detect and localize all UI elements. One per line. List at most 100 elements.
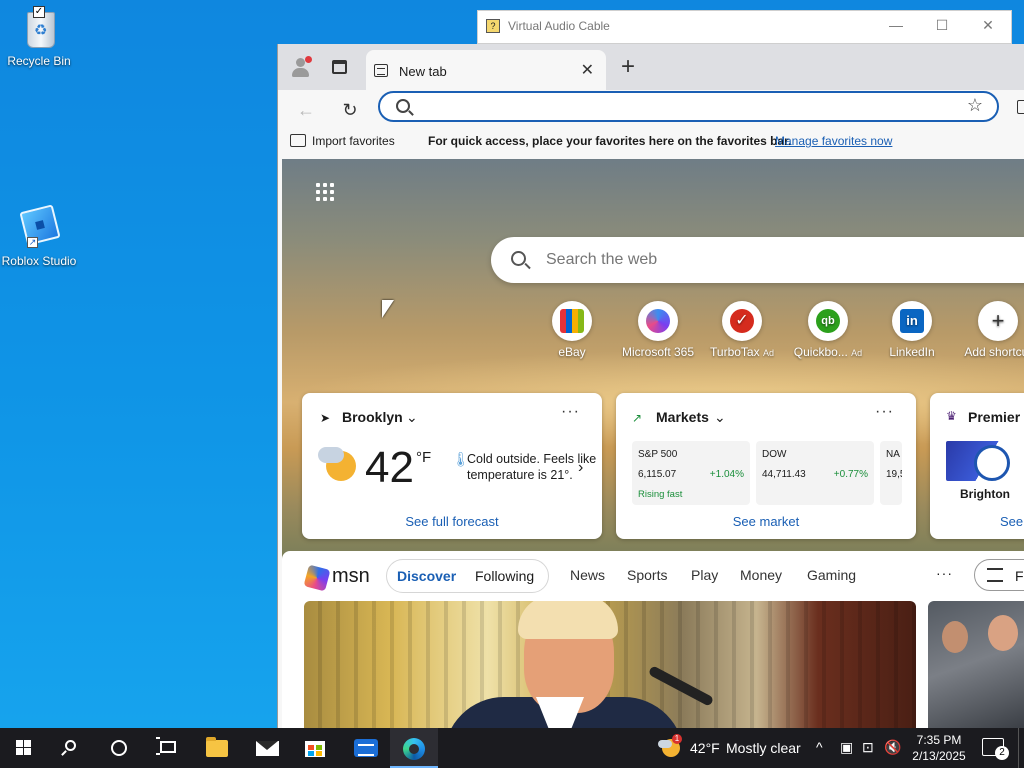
ad-badge: Ad <box>762 348 774 358</box>
show-desktop-button[interactable] <box>1018 728 1024 768</box>
search-icon <box>65 740 76 751</box>
ticker-nasdaq[interactable]: NA 19,5 <box>880 441 902 505</box>
more-options-icon[interactable]: ··· <box>875 403 894 421</box>
network-icon[interactable]: ⊡ <box>862 739 874 756</box>
ticker-note: Rising fast <box>638 489 683 500</box>
store-button[interactable] <box>292 728 340 768</box>
weather-card[interactable]: ➤ Brooklyn ⌄ ··· 42 °F 🌡 Cold outside. F… <box>302 393 602 539</box>
ticker-sp500[interactable]: S&P 500 6,115.07 +1.04% Rising fast <box>632 441 750 505</box>
address-input[interactable] <box>420 97 940 117</box>
ticker-change: +0.77% <box>833 469 868 480</box>
cortana-button[interactable] <box>96 728 144 768</box>
roblox-studio-desktop-icon[interactable]: ↗ Roblox Studio <box>0 204 78 268</box>
recycle-bin-label: Recycle Bin <box>7 54 71 68</box>
import-favorites-button[interactable]: Import favorites <box>312 134 395 148</box>
see-market-link[interactable]: See market <box>616 514 916 529</box>
nav-gaming[interactable]: Gaming <box>807 567 856 583</box>
premier-league-icon: ♛ <box>946 409 957 423</box>
device-icon[interactable]: ▣ <box>840 739 853 756</box>
volume-muted-icon[interactable]: 🔇 <box>884 739 901 756</box>
msn-feed: msn Discover Following News Sports Play … <box>282 551 1024 734</box>
nav-sports[interactable]: Sports <box>627 567 667 583</box>
league-title[interactable]: Premier L <box>968 409 1024 425</box>
close-button[interactable]: ✕ <box>978 16 998 36</box>
tab-discover[interactable]: Discover <box>397 568 456 584</box>
premier-league-card[interactable]: ♛ Premier L Brighton See <box>930 393 1024 539</box>
manage-favorites-link[interactable]: Manage favorites now <box>775 134 892 148</box>
ebay-icon <box>552 301 592 341</box>
weather-unit: °F <box>416 449 432 466</box>
shortcut-linkedin[interactable]: in LinkedIn <box>862 301 962 359</box>
mouse-pointer <box>382 300 394 318</box>
browser-toolbar: ← ↻ ☆ <box>278 90 1024 130</box>
profile-icon[interactable] <box>290 56 312 78</box>
tab-following[interactable]: Following <box>475 568 534 584</box>
file-explorer-button[interactable] <box>194 728 242 768</box>
app-launcher-icon[interactable] <box>316 183 336 203</box>
roblox-studio-icon: ↗ <box>17 204 61 250</box>
tray-weather-condition[interactable]: Mostly clear <box>726 740 801 756</box>
mail-button[interactable] <box>244 728 292 768</box>
news-card-image-2[interactable] <box>928 601 1024 734</box>
markets-title[interactable]: Markets <box>656 409 709 425</box>
microsoft-365-icon <box>638 301 678 341</box>
add-shortcut-button[interactable]: + Add shortcut <box>948 301 1024 359</box>
tab-actions-icon[interactable] <box>332 60 347 74</box>
tab-new-tab[interactable]: New tab ✕ <box>366 50 606 90</box>
favorite-star-icon[interactable]: ☆ <box>967 95 983 116</box>
nav-play[interactable]: Play <box>691 567 718 583</box>
weather-badge: 1 <box>672 734 682 744</box>
nav-money[interactable]: Money <box>740 567 782 583</box>
clock-date: 2/13/2025 <box>912 749 966 763</box>
new-tab-button[interactable]: + <box>616 53 640 81</box>
folder-icon <box>206 737 228 757</box>
maximize-button[interactable]: ☐ <box>932 16 952 36</box>
virtual-audio-cable-taskbar-button[interactable] <box>342 728 390 768</box>
shortcut-ebay[interactable]: eBay <box>522 301 622 359</box>
action-center-icon[interactable]: 2 <box>982 738 1009 760</box>
news-card-image[interactable] <box>304 601 916 734</box>
chevron-right-icon[interactable]: › <box>578 459 583 477</box>
chevron-down-icon[interactable]: ⌄ <box>406 409 418 426</box>
task-view-button[interactable] <box>144 728 192 768</box>
more-options-icon[interactable]: ··· <box>561 403 580 421</box>
msn-brand: msn <box>332 565 370 587</box>
split-screen-icon[interactable] <box>1017 100 1024 114</box>
shortcut-label: Quickbo... <box>793 345 848 359</box>
start-button[interactable] <box>0 728 48 768</box>
see-sports-link[interactable]: See <box>1000 514 1024 529</box>
trending-up-icon: ↗ <box>632 411 643 425</box>
ticker-dow[interactable]: DOW 44,711.43 +0.77% <box>756 441 874 505</box>
back-button[interactable]: ← <box>292 96 320 124</box>
chevron-down-icon[interactable]: ⌄ <box>714 409 726 426</box>
system-clock[interactable]: 7:35 PM 2/13/2025 <box>904 732 974 764</box>
markets-card[interactable]: ↗ Markets ⌄ ··· S&P 500 6,115.07 +1.04% … <box>616 393 916 539</box>
minimize-button[interactable]: — <box>886 16 906 36</box>
nav-news[interactable]: News <box>570 567 605 583</box>
search-icon <box>511 251 526 266</box>
new-tab-page: Search the web eBay Microsoft 365 ✓ Turb… <box>282 159 1024 734</box>
address-bar[interactable]: ☆ <box>378 91 999 122</box>
virtual-audio-cable-window[interactable]: ? Virtual Audio Cable — ☐ ✕ <box>477 10 1012 44</box>
msn-logo[interactable]: msn <box>303 564 372 592</box>
show-hidden-icons-icon[interactable]: ^ <box>816 739 823 755</box>
tab-strip: New tab ✕ + <box>278 44 1024 90</box>
tab-title: New tab <box>399 64 447 79</box>
feed-settings-button[interactable]: Fe <box>974 559 1024 591</box>
weather-location[interactable]: Brooklyn <box>342 409 403 425</box>
refresh-button[interactable]: ↻ <box>336 96 364 124</box>
tray-weather-temp[interactable]: 42°F <box>690 740 720 756</box>
shortcut-turbotax[interactable]: ✓ TurboTax Ad <box>692 301 792 359</box>
more-nav-icon[interactable]: ··· <box>936 565 953 581</box>
weather-tray-icon[interactable]: 1 <box>658 734 682 760</box>
feed-view-toggle: Discover Following <box>386 559 549 593</box>
web-search-box[interactable]: Search the web <box>491 237 1024 283</box>
edge-taskbar-button[interactable] <box>390 728 438 768</box>
recycle-bin-desktop-icon[interactable]: ✓ Recycle Bin <box>0 6 78 68</box>
tab-close-icon[interactable]: ✕ <box>581 60 594 80</box>
see-full-forecast-link[interactable]: See full forecast <box>302 514 602 529</box>
ticker-name: DOW <box>762 449 787 460</box>
msn-butterfly-icon <box>303 564 331 592</box>
search-button[interactable] <box>48 728 96 768</box>
ticker-price: 6,115.07 <box>638 469 677 480</box>
